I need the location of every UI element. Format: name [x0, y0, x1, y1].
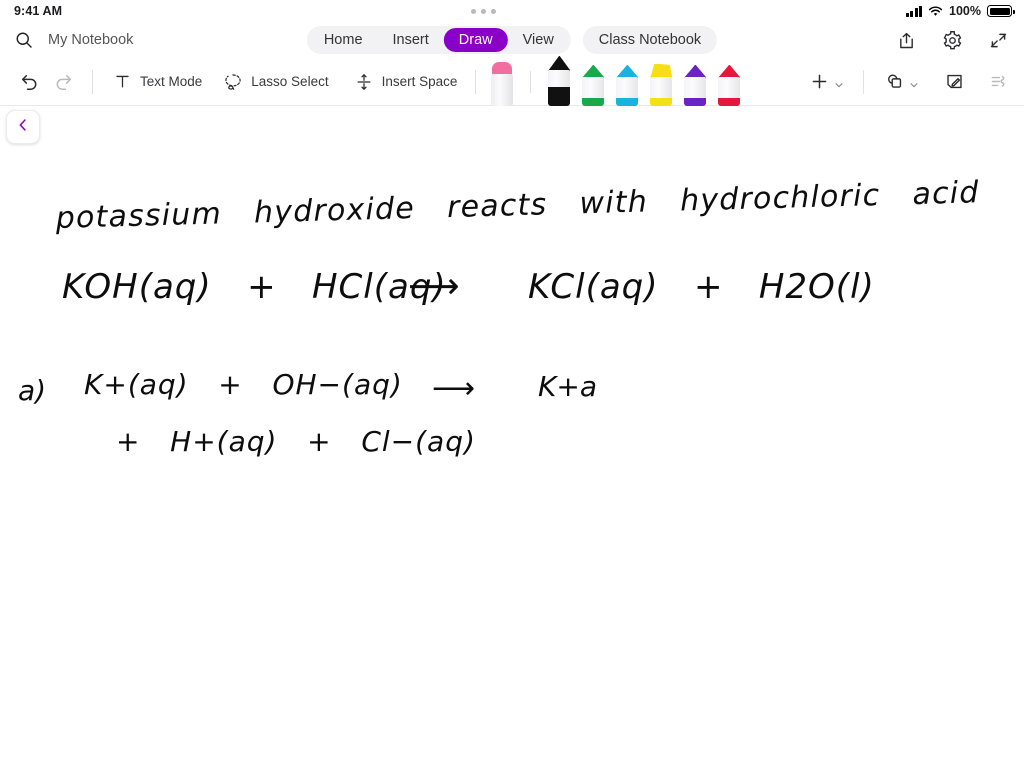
- text-mode-button[interactable]: Text Mode: [105, 67, 208, 97]
- dot: [471, 8, 477, 14]
- undo-arrow-icon: [18, 71, 40, 93]
- shapes-icon: [883, 71, 905, 93]
- note-edit-icon: [943, 71, 965, 93]
- text-mode-label: Text Mode: [140, 74, 203, 89]
- pen-tip: [548, 55, 571, 71]
- ink-line-2-right: KCl(aq) + H2O(l): [528, 267, 875, 307]
- ink-line-3-right: K+a: [538, 370, 597, 403]
- ink-line-3-left: K+(aq) + OH−(aq): [84, 368, 403, 401]
- pen-green[interactable]: [579, 58, 607, 106]
- ribbon-tabs: Home Insert Draw View Class Notebook: [306, 25, 718, 55]
- lasso-select-label: Lasso Select: [251, 74, 329, 89]
- tab-insert[interactable]: Insert: [378, 28, 444, 53]
- tab-home[interactable]: Home: [309, 28, 378, 53]
- chevron-down-icon: [909, 77, 919, 87]
- pen-color-band: [684, 97, 707, 106]
- eraser-tool[interactable]: [488, 58, 516, 106]
- insert-space-button[interactable]: Insert Space: [347, 67, 464, 97]
- highlighter-yellow[interactable]: [647, 58, 675, 106]
- toolbar-divider: [92, 69, 93, 94]
- multitasking-dots-icon[interactable]: [471, 8, 497, 14]
- tab-draw[interactable]: Draw: [443, 27, 508, 53]
- chevron-left-icon: [14, 116, 32, 139]
- settings-gear-icon[interactable]: [940, 28, 964, 52]
- pen-red[interactable]: [715, 58, 743, 106]
- cellular-signal-icon: [905, 5, 923, 17]
- pen-color-band: [718, 97, 741, 106]
- redo-arrow-icon: [52, 71, 74, 93]
- ink-line-4: + H+(aq) + Cl−(aq): [116, 425, 476, 458]
- insert-space-label: Insert Space: [381, 74, 458, 89]
- onenote-app-window: 9:41 AM 100% My Notebook Home Insert Dra…: [0, 0, 1024, 768]
- pen-color-band: [548, 86, 571, 106]
- handwriting-ink-layer: potassium hydroxide reacts with hydrochl…: [18, 175, 980, 458]
- ink-line-2-left: KOH(aq) + HCl(aq): [62, 267, 447, 307]
- add-pen-button[interactable]: [803, 67, 849, 97]
- insert-space-icon: [353, 71, 375, 93]
- dot: [481, 8, 487, 14]
- notebook-title: My Notebook: [48, 32, 134, 48]
- status-bar: 9:41 AM 100%: [0, 0, 1024, 22]
- collapse-sidebar-button[interactable]: [6, 110, 40, 144]
- shapes-button[interactable]: [878, 67, 924, 97]
- highlighter-tip: [650, 63, 673, 78]
- ink-line-2-arrow: ⟶: [408, 266, 460, 307]
- pen-tip: [616, 64, 639, 78]
- status-time: 9:41 AM: [14, 4, 63, 18]
- ink-line-3-label: a): [18, 374, 46, 407]
- toolbar-divider: [863, 69, 864, 94]
- ink-line-3-arrow: ⟶: [432, 371, 475, 406]
- text-mode-icon: [111, 71, 133, 93]
- status-indicators: 100%: [905, 4, 1015, 18]
- battery-percent-label: 100%: [949, 4, 981, 18]
- pen-tip: [718, 64, 741, 78]
- pen-tray: [488, 55, 743, 106]
- eraser-body: [491, 73, 514, 106]
- wifi-icon: [928, 5, 943, 17]
- undo-button[interactable]: [12, 67, 46, 97]
- redo-button[interactable]: [46, 67, 80, 97]
- tab-view[interactable]: View: [508, 28, 569, 53]
- pen-color-band: [582, 97, 605, 106]
- ribbon-tab-group: Home Insert Draw View: [306, 25, 571, 55]
- ink-to-text-button[interactable]: [982, 67, 1014, 97]
- navbar-left-group: My Notebook: [12, 28, 133, 52]
- pen-tip: [582, 64, 605, 78]
- toolbar-right-group: [803, 67, 1014, 97]
- tab-class-notebook[interactable]: Class Notebook: [582, 25, 718, 55]
- pen-cyan[interactable]: [613, 58, 641, 106]
- lasso-select-icon: [222, 71, 244, 93]
- ink-line-1: potassium hydroxide reacts with hydrochl…: [54, 175, 980, 236]
- pen-tip: [684, 64, 707, 78]
- draw-toolbar: Text Mode Lasso Select Insert Space: [0, 55, 1024, 106]
- battery-full-icon: [987, 5, 1015, 17]
- share-icon[interactable]: [894, 28, 918, 52]
- chevron-down-icon: [834, 77, 844, 87]
- toolbar-divider: [475, 69, 477, 94]
- eraser-top: [492, 61, 513, 75]
- pen-black[interactable]: [545, 55, 573, 106]
- pen-purple[interactable]: [681, 58, 709, 106]
- search-icon[interactable]: [12, 28, 36, 52]
- lasso-select-button[interactable]: Lasso Select: [216, 67, 334, 97]
- toolbar-divider: [530, 70, 532, 93]
- note-canvas[interactable]: potassium hydroxide reacts with hydrochl…: [0, 106, 1024, 768]
- sticky-note-button[interactable]: [938, 67, 970, 97]
- navbar-right-group: [894, 28, 1010, 52]
- pen-color-band: [650, 97, 673, 106]
- navigation-bar: My Notebook Home Insert Draw View Class …: [0, 22, 1024, 58]
- pen-color-band: [616, 97, 639, 106]
- plus-icon: [808, 71, 830, 93]
- dot: [491, 8, 497, 14]
- ink-to-text-icon: [987, 71, 1009, 93]
- collapse-ribbon-icon[interactable]: [986, 28, 1010, 52]
